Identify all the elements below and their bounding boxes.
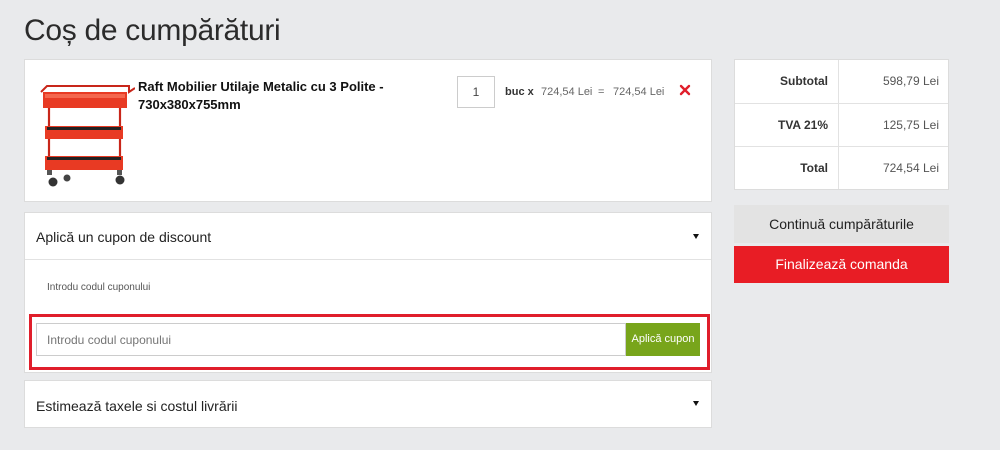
equals-sign: = <box>598 86 605 98</box>
cart-item: Raft Mobilier Utilaje Metalic cu 3 Polit… <box>24 59 712 202</box>
total-row: Total 724,54 Lei <box>735 146 948 189</box>
close-icon[interactable] <box>679 84 691 96</box>
checkout-button[interactable]: Finalizează comanda <box>734 246 949 283</box>
subtotal-value: 598,79 Lei <box>882 74 939 88</box>
totals-table: Subtotal 598,79 Lei TVA 21% 125,75 Lei T… <box>734 59 949 190</box>
unit-price: 724,54 Lei <box>541 86 593 98</box>
coupon-panel: Aplică un cupon de discount Introdu codu… <box>24 212 712 373</box>
tax-row: TVA 21% 125,75 Lei <box>735 103 948 146</box>
subtotal-row: Subtotal 598,79 Lei <box>735 60 948 103</box>
shipping-estimate-panel[interactable]: Estimează taxele si costul livrării <box>24 380 712 428</box>
continue-shopping-button[interactable]: Continuă cumpărăturile <box>734 205 949 243</box>
tax-label: TVA 21% <box>735 104 839 146</box>
red-tool-cart-image <box>40 85 135 187</box>
product-name[interactable]: Raft Mobilier Utilaje Metalic cu 3 Polit… <box>138 78 388 114</box>
total-label: Total <box>735 147 839 189</box>
line-total: 724,54 Lei <box>613 86 665 98</box>
subtotal-label: Subtotal <box>735 60 839 103</box>
chevron-down-icon[interactable] <box>693 401 699 406</box>
tax-value: 125,75 Lei <box>882 118 939 132</box>
page-title: Coș de cumpărături <box>24 14 281 47</box>
chevron-down-icon[interactable] <box>693 234 699 239</box>
quantity-unit: buc x <box>505 86 534 98</box>
coupon-label: Introdu codul cuponului <box>47 282 151 293</box>
coupon-input[interactable] <box>36 323 626 356</box>
coupon-title: Aplică un cupon de discount <box>36 229 212 245</box>
total-value: 724,54 Lei <box>882 161 939 175</box>
apply-coupon-button[interactable]: Aplică cupon <box>626 323 700 356</box>
quantity-input[interactable]: 1 <box>457 76 495 108</box>
coupon-header[interactable]: Aplică un cupon de discount <box>25 213 711 260</box>
shipping-title: Estimează taxele si costul livrării <box>36 398 238 414</box>
